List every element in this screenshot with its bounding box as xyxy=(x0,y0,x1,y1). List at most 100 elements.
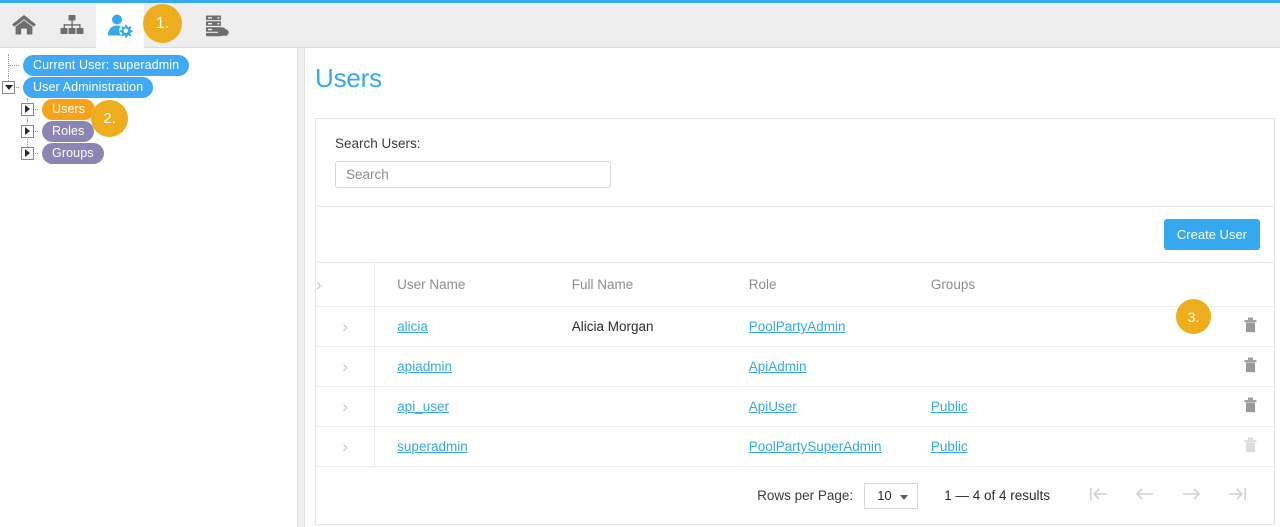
search-label: Search Users: xyxy=(335,136,421,151)
search-input[interactable] xyxy=(335,161,611,188)
cell-role: PoolPartySuperAdmin xyxy=(728,426,911,467)
table-row[interactable]: › superadmin PoolPartySuperAdmin Public xyxy=(316,426,1274,467)
home-icon xyxy=(11,13,37,37)
tree-toggle-roles[interactable] xyxy=(21,124,34,138)
tree-node-roles[interactable]: Roles xyxy=(0,120,297,142)
rows-per-page-select[interactable]: 10 xyxy=(864,482,919,509)
cell-user-name: alicia xyxy=(374,306,552,347)
cell-role: ApiUser xyxy=(728,386,911,427)
table-row[interactable]: › alicia Alicia Morgan PoolPartyAdmin xyxy=(316,306,1274,347)
expand-all-cell[interactable]: › xyxy=(316,262,376,307)
tree-toggle-user-administration[interactable] xyxy=(2,80,15,94)
toolbar-button-hierarchy[interactable] xyxy=(48,3,96,48)
last-page-icon xyxy=(1226,486,1248,505)
tree-item-label-users[interactable]: Users xyxy=(42,98,96,120)
role-link[interactable]: ApiUser xyxy=(749,399,797,414)
cell-actions xyxy=(1148,346,1274,387)
role-link[interactable]: ApiAdmin xyxy=(749,359,807,374)
cell-groups xyxy=(910,346,1149,387)
chevron-right-icon xyxy=(25,149,30,157)
delete-icon[interactable] xyxy=(1244,317,1257,336)
first-page-icon xyxy=(1088,486,1110,505)
tree-toggle-groups[interactable] xyxy=(21,146,34,160)
last-page-button[interactable] xyxy=(1214,481,1260,511)
tree-node-current-user[interactable]: Current User: superadmin xyxy=(0,54,297,76)
column-header-groups[interactable]: Groups xyxy=(910,262,1149,307)
cell-role: PoolPartyAdmin xyxy=(728,306,911,347)
previous-page-button[interactable] xyxy=(1122,481,1168,511)
column-header-full-name[interactable]: Full Name xyxy=(551,262,729,307)
hierarchy-icon xyxy=(59,13,85,37)
chevron-right-icon[interactable]: › xyxy=(342,318,348,335)
pagination-bar: Rows per Page: 10 1 — 4 of 4 results xyxy=(316,467,1274,524)
cell-user-name: superadmin xyxy=(374,426,552,467)
tree-item-label-groups[interactable]: Groups xyxy=(42,142,104,164)
toolbar-button-server[interactable] xyxy=(192,3,240,48)
chevron-right-icon[interactable]: › xyxy=(342,358,348,375)
action-bar: Create User xyxy=(316,206,1274,262)
table-row[interactable]: › apiadmin ApiAdmin xyxy=(316,346,1274,387)
create-user-button[interactable]: Create User xyxy=(1163,219,1260,250)
first-page-button[interactable] xyxy=(1076,481,1122,511)
row-expand-cell[interactable]: › xyxy=(316,306,376,347)
group-link[interactable]: Public xyxy=(931,399,968,414)
chevron-right-icon[interactable]: › xyxy=(316,276,322,293)
role-link[interactable]: PoolPartySuperAdmin xyxy=(749,439,882,454)
row-expand-cell[interactable]: › xyxy=(316,426,376,467)
next-page-button[interactable] xyxy=(1168,481,1214,511)
search-section: Search Users: xyxy=(316,119,1274,206)
table-header: › User Name Full Name Role Groups xyxy=(316,262,1274,307)
user-name-link[interactable]: alicia xyxy=(397,319,428,334)
toolbar-button-home[interactable] xyxy=(0,3,48,48)
chevron-right-icon[interactable]: › xyxy=(342,438,348,455)
group-link[interactable]: Public xyxy=(931,439,968,454)
cell-full-name: Alicia Morgan xyxy=(551,306,729,347)
server-cloud-icon xyxy=(203,13,230,38)
chevron-down-icon xyxy=(900,494,909,500)
rows-per-page-value: 10 xyxy=(877,488,892,503)
row-expand-cell[interactable]: › xyxy=(316,346,376,387)
table-row[interactable]: › api_user ApiUser Public xyxy=(316,386,1274,427)
cell-groups: Public xyxy=(910,386,1149,427)
tree-node-user-administration[interactable]: User Administration xyxy=(0,76,297,98)
user-name-link[interactable]: api_user xyxy=(397,399,449,414)
delete-icon-disabled xyxy=(1244,437,1257,456)
cell-role: ApiAdmin xyxy=(728,346,911,387)
cell-groups: Public xyxy=(910,426,1149,467)
role-link[interactable]: PoolPartyAdmin xyxy=(749,319,846,334)
sidebar-splitter[interactable] xyxy=(297,48,305,527)
delete-icon[interactable] xyxy=(1244,397,1257,416)
user-gear-icon xyxy=(106,13,134,38)
chevron-down-icon xyxy=(4,84,13,90)
user-name-link[interactable]: apiadmin xyxy=(397,359,452,374)
column-header-user-name[interactable]: User Name xyxy=(374,262,552,307)
sidebar: Current User: superadmin User Administra… xyxy=(0,48,297,527)
cell-actions xyxy=(1148,306,1274,347)
users-table: › User Name Full Name Role Groups › alic… xyxy=(316,262,1274,467)
cell-full-name xyxy=(551,426,729,467)
tree-item-label-user-administration[interactable]: User Administration xyxy=(23,76,154,98)
previous-page-icon xyxy=(1134,486,1156,505)
navigation-tree: Current User: superadmin User Administra… xyxy=(0,48,297,164)
toolbar-button-user-administration[interactable] xyxy=(96,2,144,48)
cell-full-name xyxy=(551,386,729,427)
cell-groups xyxy=(910,306,1149,347)
cell-actions xyxy=(1148,426,1274,467)
column-header-role[interactable]: Role xyxy=(728,262,911,307)
user-name-link[interactable]: superadmin xyxy=(397,439,468,454)
cell-actions xyxy=(1148,386,1274,427)
row-expand-cell[interactable]: › xyxy=(316,386,376,427)
chevron-right-icon xyxy=(25,105,30,113)
cell-full-name xyxy=(551,346,729,387)
chevron-right-icon[interactable]: › xyxy=(342,398,348,415)
delete-icon[interactable] xyxy=(1244,357,1257,376)
tree-item-label-current-user[interactable]: Current User: superadmin xyxy=(23,54,190,76)
users-panel: Search Users: Create User › xyxy=(315,118,1275,525)
results-count: 1 — 4 of 4 results xyxy=(944,488,1050,503)
chevron-right-icon xyxy=(25,127,30,135)
tree-node-users[interactable]: Users xyxy=(0,98,297,120)
tree-toggle-users[interactable] xyxy=(21,102,34,116)
tree-item-label-roles[interactable]: Roles xyxy=(42,120,95,142)
tree-connector-line xyxy=(9,65,19,66)
tree-node-groups[interactable]: Groups xyxy=(0,142,297,164)
